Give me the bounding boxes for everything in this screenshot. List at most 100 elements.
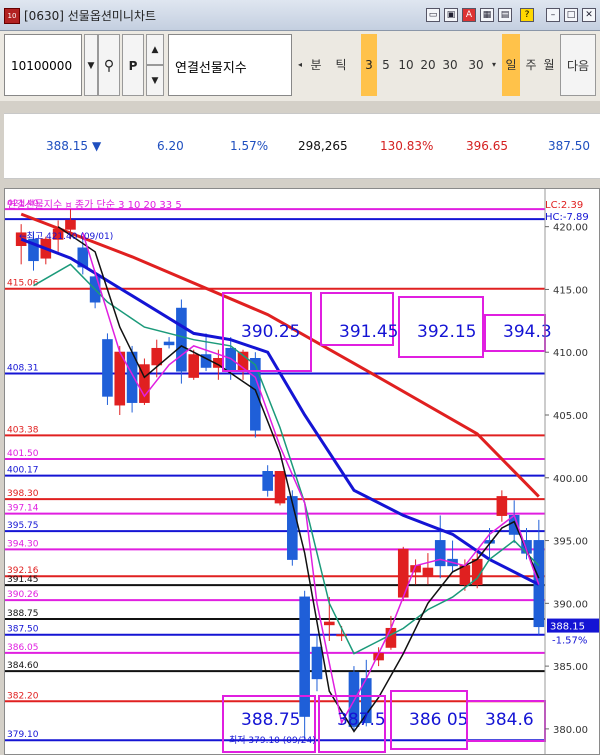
candle-body bbox=[274, 471, 286, 504]
candle-body bbox=[102, 339, 113, 397]
stepper-down-icon[interactable]: ▼ bbox=[146, 65, 164, 96]
instrument-name-field[interactable]: 연결선물지수 bbox=[168, 34, 292, 96]
quote-change: 6.20 bbox=[157, 139, 184, 153]
extreme-low-note: 최저 379.10 (09/24) bbox=[229, 735, 316, 746]
level-label: 388.75 bbox=[7, 609, 39, 619]
candle-body bbox=[311, 646, 323, 680]
unit-tick[interactable]: 틱 bbox=[328, 34, 354, 96]
code-input[interactable]: 10100000 bbox=[4, 34, 82, 96]
window-titlebar: 10 [0630] 선물옵션미니차트 ▭ ▣ A ▦ ▤ ? – □ ✕ bbox=[0, 0, 600, 31]
candle-body bbox=[496, 496, 508, 516]
candle-body bbox=[65, 219, 76, 230]
level-label: 382.20 bbox=[7, 691, 39, 701]
level-label: 397.14 bbox=[7, 504, 39, 514]
corner-lc-label: LC:2.39 bbox=[545, 200, 583, 211]
current-price-label: 388.15 bbox=[550, 622, 585, 633]
level-label: 395.75 bbox=[7, 521, 39, 531]
annotation-value-top: 394.3 bbox=[503, 322, 552, 342]
annotation-value-bottom: 387.5 bbox=[337, 710, 386, 730]
y-tick-label: 415.00 bbox=[553, 285, 588, 296]
next-button[interactable]: 다음 bbox=[560, 34, 596, 96]
quote-price: 388.15 bbox=[46, 139, 88, 153]
window-code: [0630] bbox=[24, 9, 64, 23]
help-icon[interactable]: ? bbox=[520, 8, 534, 22]
maximize-icon[interactable]: □ bbox=[564, 8, 578, 22]
level-label: 386.05 bbox=[7, 643, 39, 653]
period-20[interactable]: 20 bbox=[418, 34, 438, 96]
level-label: 391.45 bbox=[7, 575, 39, 585]
level-label: 379.10 bbox=[7, 730, 39, 740]
annotation-value-top: 392.15 bbox=[417, 322, 476, 342]
y-tick-label: 400.00 bbox=[553, 474, 588, 485]
level-label: 390.26 bbox=[7, 590, 39, 600]
candle-body bbox=[434, 540, 446, 567]
candle-body bbox=[459, 565, 471, 585]
level-label: 387.50 bbox=[7, 625, 39, 635]
annotation-value-bottom: 384.6 bbox=[485, 710, 534, 730]
level-label: 401.50 bbox=[7, 449, 39, 459]
quote-volume-ratio: 130.83% bbox=[380, 139, 434, 153]
search-icon[interactable]: ⚲ bbox=[98, 34, 120, 96]
period-3[interactable]: 3 bbox=[361, 34, 377, 96]
unit-minute[interactable]: 분 bbox=[304, 34, 328, 96]
period-10[interactable]: 10 bbox=[396, 34, 416, 96]
interval-dropdown-icon[interactable]: ▾ bbox=[488, 34, 500, 96]
current-change-label: -1.57% bbox=[552, 636, 587, 647]
window-title: [0630] 선물옵션미니차트 bbox=[24, 7, 156, 24]
quote-direction-arrow: ▼ bbox=[92, 139, 102, 153]
range-month[interactable]: 월 bbox=[540, 34, 558, 96]
annotation-value-top: 390.25 bbox=[241, 322, 300, 342]
y-tick-label: 385.00 bbox=[553, 662, 588, 673]
candle-body bbox=[422, 567, 434, 577]
font-settings-icon[interactable]: A bbox=[462, 8, 476, 22]
pin-icon[interactable]: P bbox=[122, 34, 144, 96]
candle-body bbox=[188, 354, 200, 378]
quote-change-pct: 1.57% bbox=[230, 139, 269, 153]
unit-scroll-left-icon[interactable]: ◂ bbox=[296, 34, 304, 96]
quote-high: 396.65 bbox=[466, 139, 508, 153]
candle-body bbox=[323, 621, 335, 626]
range-week[interactable]: 주 bbox=[522, 34, 540, 96]
candle-body bbox=[163, 341, 175, 346]
candle-body bbox=[114, 351, 126, 406]
period-5[interactable]: 5 bbox=[378, 34, 394, 96]
candle-body bbox=[385, 627, 397, 648]
minimize-icon[interactable]: – bbox=[546, 8, 560, 22]
level-label: 403.38 bbox=[7, 425, 39, 435]
candle-body bbox=[151, 347, 163, 366]
y-tick-label: 420.00 bbox=[553, 223, 588, 234]
level-label: 400.17 bbox=[7, 466, 39, 476]
restore-layout-icon[interactable]: ▭ bbox=[426, 8, 440, 22]
extreme-high-note: ←최고 421.40 (09/01) bbox=[19, 231, 113, 242]
window-copy-icon[interactable]: ▣ bbox=[444, 8, 458, 22]
candle-body bbox=[299, 596, 310, 717]
y-tick-label: 405.00 bbox=[553, 411, 588, 422]
level-label: 384.60 bbox=[7, 661, 39, 671]
close-icon[interactable]: ✕ bbox=[582, 8, 596, 22]
candle-body bbox=[287, 496, 298, 560]
y-tick-label: 390.00 bbox=[553, 599, 588, 610]
annotation-value-bottom: 386 05 bbox=[409, 710, 468, 730]
table-icon[interactable]: ▤ bbox=[498, 8, 512, 22]
candlestick-chart: 421.40415.06408.31403.38401.50400.17398.… bbox=[5, 189, 599, 754]
candle-body bbox=[225, 347, 237, 372]
moving-average-line bbox=[57, 226, 540, 733]
candle-body bbox=[250, 358, 261, 431]
annotation-value-top: 391.45 bbox=[339, 322, 398, 342]
range-day[interactable]: 일 bbox=[502, 34, 520, 96]
candle-body bbox=[176, 307, 187, 372]
corner-hc-label: HC:-7.89 bbox=[545, 212, 589, 223]
chart-legend: 연결선물지수 ¤ 종가 단순 3 10 20 33 5 bbox=[7, 199, 182, 211]
y-tick-label: 395.00 bbox=[553, 537, 588, 548]
level-label: 408.31 bbox=[7, 363, 39, 373]
candle-body bbox=[262, 471, 273, 491]
grid-settings-icon[interactable]: ▦ bbox=[480, 8, 494, 22]
code-dropdown-icon[interactable]: ▼ bbox=[84, 34, 98, 96]
interval-select[interactable]: 30 bbox=[466, 34, 486, 96]
stepper-up-icon[interactable]: ▲ bbox=[146, 34, 164, 65]
period-30[interactable]: 30 bbox=[440, 34, 460, 96]
y-tick-label: 410.00 bbox=[553, 348, 588, 359]
y-tick-label: 380.00 bbox=[553, 725, 588, 736]
app-icon: 10 bbox=[4, 8, 20, 24]
quote-low: 387.50 bbox=[548, 139, 590, 153]
